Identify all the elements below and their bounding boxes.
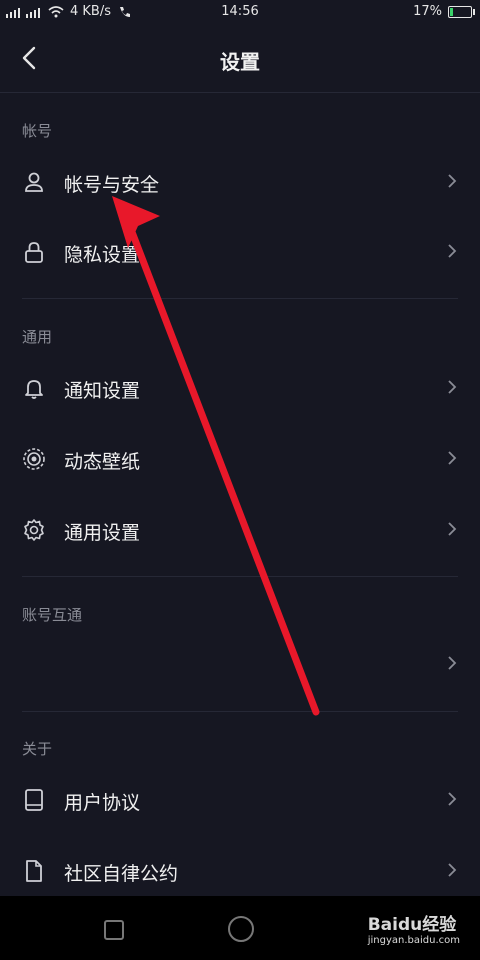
page-title: 设置 xyxy=(220,50,260,74)
row-account-security[interactable]: 帐号与安全 xyxy=(0,154,480,210)
row-account-linking[interactable] xyxy=(0,636,480,692)
row-notification-settings[interactable]: 通知设置 xyxy=(0,360,480,416)
row-label-live-wallpaper: 动态壁纸 xyxy=(64,451,141,473)
status-bar: 4 KB/s 14:56 17% xyxy=(0,0,480,24)
settings-screen: 4 KB/s 14:56 17% 设置 帐号 帐号与安全 隐私设置 通用 通知设… xyxy=(0,0,480,960)
book-icon xyxy=(25,789,43,811)
watermark-brand: Baidu经验 xyxy=(367,915,457,935)
chevron-right-icon xyxy=(448,380,457,394)
watermark-url: jingyan.baidu.com xyxy=(367,935,460,946)
chevron-right-icon xyxy=(448,522,457,536)
document-icon xyxy=(26,860,42,882)
chevron-right-icon xyxy=(448,244,457,258)
chevron-right-icon xyxy=(448,656,457,670)
section-title-account: 帐号 xyxy=(22,122,53,140)
row-label-user-agreement: 用户协议 xyxy=(64,792,141,814)
watermark: Baidu经验 jingyan.baidu.com xyxy=(368,910,460,946)
row-label-community-guidelines: 社区自律公约 xyxy=(64,863,179,885)
divider xyxy=(22,576,458,577)
chevron-right-icon xyxy=(448,174,457,188)
row-user-agreement[interactable]: 用户协议 xyxy=(0,772,480,828)
row-privacy-settings[interactable]: 隐私设置 xyxy=(0,224,480,280)
section-title-account-linking: 账号互通 xyxy=(22,606,83,624)
row-label-account-security: 帐号与安全 xyxy=(64,174,160,196)
battery-fill xyxy=(450,7,453,16)
wallpaper-icon xyxy=(23,448,45,470)
row-label-notification-settings: 通知设置 xyxy=(64,380,141,402)
gear-icon xyxy=(24,519,44,541)
battery-percent: 17% xyxy=(413,4,442,19)
lock-icon xyxy=(25,242,43,263)
row-label-privacy-settings: 隐私设置 xyxy=(64,244,141,266)
row-community-guidelines[interactable]: 社区自律公约 xyxy=(0,843,480,899)
status-right: 17% xyxy=(413,4,475,19)
row-general-settings[interactable]: 通用设置 xyxy=(0,502,480,558)
section-title-about: 关于 xyxy=(22,740,53,758)
system-nav-bar: Baidu经验 jingyan.baidu.com xyxy=(0,896,480,960)
divider xyxy=(22,298,458,299)
bell-icon xyxy=(25,380,43,399)
clock: 14:56 xyxy=(221,4,259,19)
chevron-right-icon xyxy=(448,451,457,465)
row-label-general-settings: 通用设置 xyxy=(64,522,141,544)
battery-icon xyxy=(448,5,475,18)
section-title-general: 通用 xyxy=(22,328,53,346)
chevron-right-icon xyxy=(448,863,457,877)
divider xyxy=(22,711,458,712)
chevron-right-icon xyxy=(448,792,457,806)
header: 设置 xyxy=(0,24,480,93)
home-button[interactable] xyxy=(228,916,254,942)
recent-apps-button[interactable] xyxy=(104,920,124,940)
row-live-wallpaper[interactable]: 动态壁纸 xyxy=(0,431,480,487)
user-icon xyxy=(25,172,43,192)
